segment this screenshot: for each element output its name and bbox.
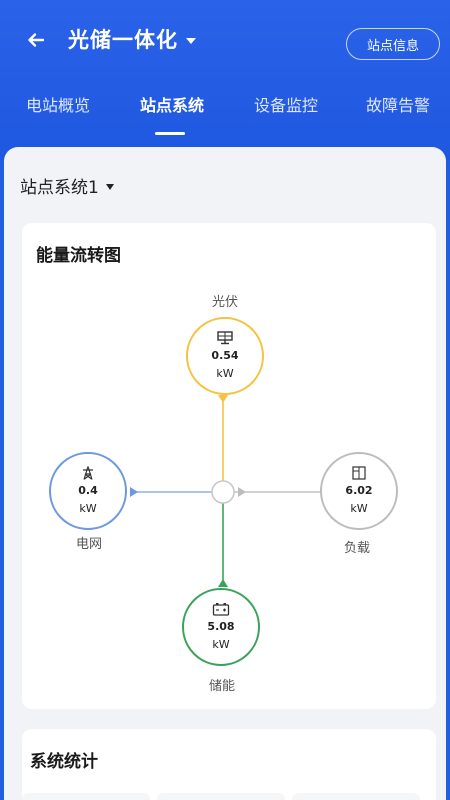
pv-unit: kW: [216, 367, 234, 380]
grid-value: 0.4: [78, 484, 98, 497]
pv-value: 0.54: [211, 349, 239, 362]
site-title-dropdown[interactable]: 光储一体化: [68, 24, 196, 54]
system-stats-title: 系统统计: [30, 752, 98, 772]
house-load-icon: [352, 466, 366, 480]
load-unit: kW: [350, 502, 368, 515]
tab-fault-alarm[interactable]: 故障告警: [366, 92, 430, 116]
load-flow-arrow: [238, 487, 246, 497]
pv-label: 光伏: [212, 295, 239, 310]
load-node[interactable]: 6.02 kW: [320, 452, 398, 530]
energy-flow-card: 能量流转图 光伏 0.54 kW 0.4 kW 电网 6.02 kW 负载 5.…: [22, 223, 436, 709]
load-value: 6.02: [345, 484, 373, 497]
grid-unit: kW: [79, 502, 97, 515]
active-tab-indicator: [155, 132, 185, 135]
stat-tile[interactable]: [22, 793, 150, 800]
storage-flow-arrow: [218, 579, 228, 587]
system-selector[interactable]: 站点系统1: [20, 173, 114, 198]
storage-node[interactable]: 5.08 kW: [182, 588, 260, 666]
grid-flow-arrow: [130, 487, 138, 497]
back-button[interactable]: [22, 26, 50, 54]
system-stats-card: 系统统计: [22, 729, 436, 800]
chevron-down-icon: [186, 38, 196, 44]
tab-station-overview[interactable]: 电站概览: [26, 92, 90, 116]
battery-icon: [212, 603, 230, 616]
storage-label: 储能: [209, 679, 236, 694]
pv-node[interactable]: 0.54 kW: [186, 317, 264, 395]
grid-node[interactable]: 0.4 kW: [49, 452, 127, 530]
solar-panel-icon: [217, 331, 233, 345]
site-info-button[interactable]: 站点信息: [346, 28, 440, 60]
grid-label: 电网: [76, 537, 103, 552]
page-title: 光储一体化: [68, 28, 178, 52]
caret-down-icon: [105, 183, 114, 190]
stat-tile[interactable]: [157, 793, 285, 800]
tab-site-system[interactable]: 站点系统: [140, 92, 204, 116]
tab-device-monitor[interactable]: 设备监控: [254, 92, 318, 116]
load-label: 负载: [344, 541, 371, 556]
app-header: 光储一体化 站点信息 电站概览 站点系统 设备监控 故障告警: [0, 0, 450, 160]
storage-unit: kW: [212, 638, 230, 651]
flow-hub: [211, 480, 235, 504]
system-selector-value: 站点系统1: [20, 178, 99, 198]
power-tower-icon: [83, 466, 93, 480]
stat-tile[interactable]: [292, 793, 420, 800]
content-panel: 站点系统1 能量流转图 光伏 0.54 kW 0.4 kW 电网 6.02 kW…: [4, 147, 446, 800]
storage-value: 5.08: [207, 620, 235, 633]
tab-bar: 电站概览 站点系统 设备监控 故障告警: [0, 88, 450, 138]
pv-flow-arrow: [218, 395, 228, 403]
back-arrow-icon: [28, 33, 45, 47]
